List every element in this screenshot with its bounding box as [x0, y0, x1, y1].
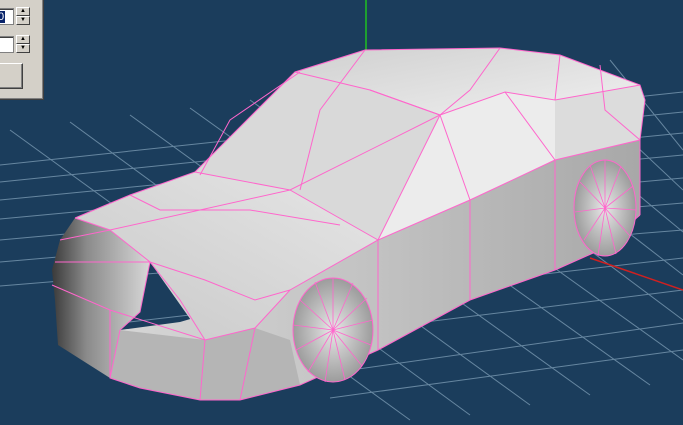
front-wheel[interactable] [292, 277, 374, 383]
value-field-1-spinner: ▲ ▼ [16, 7, 30, 26]
value-field-2[interactable] [0, 36, 14, 53]
spin-up-icon[interactable]: ▲ [16, 7, 30, 16]
spin-down-icon[interactable]: ▼ [16, 44, 30, 53]
3d-viewport[interactable] [0, 0, 683, 425]
properties-panel: 0 ▲ ▼ ▲ ▼ [0, 0, 44, 100]
value-field-1[interactable]: 0 [0, 8, 14, 25]
viewport-canvas[interactable] [0, 0, 683, 425]
spin-up-icon[interactable]: ▲ [16, 35, 30, 44]
value-field-2-spinner: ▲ ▼ [16, 35, 30, 54]
action-button[interactable] [0, 63, 23, 89]
rear-wheel[interactable] [573, 159, 637, 257]
car-model[interactable] [51, 47, 646, 401]
value-field-1-text: 0 [0, 11, 6, 23]
spin-down-icon[interactable]: ▼ [16, 16, 30, 25]
